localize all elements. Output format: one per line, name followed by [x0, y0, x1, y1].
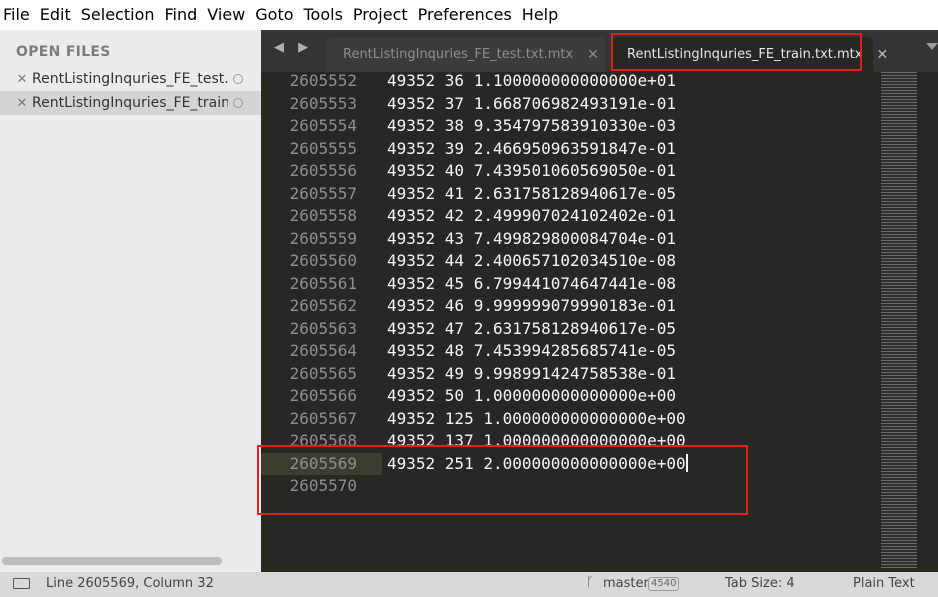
- menu-selection[interactable]: Selection: [78, 0, 162, 30]
- line-text[interactable]: 49352 45 6.799441074647441e-08: [387, 273, 676, 295]
- code-line[interactable]: 2605562 49352 46 9.999999079990183e-01: [261, 295, 881, 317]
- line-text[interactable]: 49352 41 2.631758128940617e-05: [387, 183, 676, 205]
- line-number: 2605554: [289, 116, 357, 135]
- close-icon[interactable]: ✕: [587, 47, 599, 63]
- sidebar-file-test[interactable]: ✕ RentListingInquries_FE_test.txt.mtx: [0, 67, 261, 91]
- line-text[interactable]: 49352 36 1.100000000000000e+01: [387, 72, 676, 92]
- menu-edit[interactable]: Edit: [37, 0, 78, 30]
- code-line[interactable]: 2605559 49352 43 7.499829800084704e-01: [261, 228, 881, 250]
- line-text[interactable]: 49352 39 2.466950963591847e-01: [387, 138, 676, 160]
- scrollbar-thumb[interactable]: [2, 557, 222, 565]
- menu-bar: File Edit Selection Find View Goto Tools…: [0, 0, 938, 30]
- code-line[interactable]: 2605552 49352 36 1.100000000000000e+01: [261, 72, 881, 92]
- line-text[interactable]: 49352 44 2.400657102034510e-08: [387, 250, 676, 272]
- line-text[interactable]: 49352 50 1.000000000000000e+00: [387, 385, 676, 407]
- code-line[interactable]: 2605560 49352 44 2.400657102034510e-08: [261, 250, 881, 272]
- code-line[interactable]: 2605556 49352 40 7.439501060569050e-01: [261, 160, 881, 182]
- code-line[interactable]: 2605558 49352 42 2.499907024102402e-01: [261, 205, 881, 227]
- unsaved-dot-icon: [233, 74, 243, 84]
- status-bar: Line 2605569, Column 32 ᚴ master 4540 Ta…: [0, 572, 938, 597]
- annotation-highlight-tab: [611, 33, 862, 71]
- code-line[interactable]: 2605553 49352 37 1.668706982493191e-01: [261, 93, 881, 115]
- menu-tools[interactable]: Tools: [301, 0, 350, 30]
- tab-test-file[interactable]: RentListingInquries_FE_test.txt.mtx ✕: [327, 37, 605, 72]
- open-files-header: OPEN FILES: [16, 44, 111, 60]
- close-icon[interactable]: ✕: [15, 96, 29, 111]
- line-number: 2605561: [289, 273, 357, 293]
- panel-toggle-icon[interactable]: [13, 578, 30, 589]
- line-number: 2605557: [289, 183, 357, 203]
- line-number: 2605559: [289, 228, 357, 248]
- menu-find[interactable]: Find: [162, 0, 205, 30]
- syntax-selector[interactable]: Plain Text: [853, 576, 915, 591]
- sidebar-file-name: RentListingInquries_FE_train.txt.mtx: [32, 95, 228, 111]
- menu-project[interactable]: Project: [350, 0, 415, 30]
- line-text[interactable]: 49352 42 2.499907024102402e-01: [387, 205, 676, 227]
- menu-preferences[interactable]: Preferences: [415, 0, 519, 30]
- line-text[interactable]: 49352 43 7.499829800084704e-01: [387, 228, 676, 250]
- sidebar: OPEN FILES ✕ RentListingInquries_FE_test…: [0, 30, 261, 572]
- minimap-viewport[interactable]: [881, 72, 917, 568]
- menu-view[interactable]: View: [204, 0, 252, 30]
- tab-size-selector[interactable]: Tab Size: 4: [725, 576, 795, 591]
- code-line[interactable]: 2605561 49352 45 6.799441074647441e-08: [261, 273, 881, 295]
- annotation-highlight-lines: [257, 445, 748, 515]
- git-branch-icon: ᚴ: [586, 575, 594, 590]
- line-number: 2605556: [289, 161, 357, 180]
- menu-goto[interactable]: Goto: [252, 0, 300, 30]
- line-number: 2605567: [289, 408, 357, 428]
- close-icon[interactable]: ✕: [15, 72, 29, 87]
- line-number: 2605553: [289, 93, 357, 113]
- unsaved-dot-icon: [233, 98, 243, 108]
- line-number: 2605566: [289, 386, 357, 405]
- line-text[interactable]: 49352 49 9.998991424758538e-01: [387, 363, 676, 385]
- line-number: 2605558: [289, 206, 357, 225]
- code-line[interactable]: 2605554 49352 38 9.354797583910330e-03: [261, 115, 881, 137]
- code-line[interactable]: 2605565 49352 49 9.998991424758538e-01: [261, 363, 881, 385]
- tab-label: RentListingInquries_FE_test.txt.mtx: [343, 47, 574, 62]
- menu-file[interactable]: File: [0, 0, 37, 30]
- line-number: 2605555: [289, 138, 357, 158]
- code-line[interactable]: 2605557 49352 41 2.631758128940617e-05: [261, 183, 881, 205]
- line-number: 2605564: [289, 341, 357, 360]
- code-line[interactable]: 2605566 49352 50 1.000000000000000e+00: [261, 385, 881, 407]
- line-number: 2605552: [289, 72, 357, 90]
- code-line[interactable]: 2605564 49352 48 7.453994285685741e-05: [261, 340, 881, 362]
- git-changes-badge: 4540: [648, 577, 680, 591]
- line-text[interactable]: 49352 46 9.999999079990183e-01: [387, 295, 676, 317]
- line-text[interactable]: 49352 125 1.000000000000000e+00: [387, 408, 686, 430]
- git-branch-name[interactable]: master: [603, 576, 649, 591]
- sidebar-file-name: RentListingInquries_FE_test.txt.mtx: [32, 71, 228, 87]
- line-text[interactable]: 49352 38 9.354797583910330e-03: [387, 115, 676, 137]
- line-number: 2605560: [289, 251, 357, 270]
- line-number: 2605562: [289, 296, 357, 315]
- line-text[interactable]: 49352 37 1.668706982493191e-01: [387, 93, 676, 115]
- cursor-position: Line 2605569, Column 32: [46, 576, 214, 591]
- line-text[interactable]: 49352 48 7.453994285685741e-05: [387, 340, 676, 362]
- chevron-down-icon[interactable]: [926, 43, 938, 50]
- menu-help[interactable]: Help: [519, 0, 565, 30]
- tab-nav-arrows-icon[interactable]: ◀ ▶: [274, 40, 313, 55]
- code-line[interactable]: 2605555 49352 39 2.466950963591847e-01: [261, 138, 881, 160]
- sidebar-horizontal-scrollbar[interactable]: [0, 557, 261, 565]
- code-line[interactable]: 2605563 49352 47 2.631758128940617e-05: [261, 318, 881, 340]
- line-number: 2605563: [289, 318, 357, 338]
- line-text[interactable]: 49352 47 2.631758128940617e-05: [387, 318, 676, 340]
- line-number: 2605565: [289, 363, 357, 383]
- close-icon[interactable]: ✕: [876, 47, 888, 63]
- line-text[interactable]: 49352 40 7.439501060569050e-01: [387, 160, 676, 182]
- code-line[interactable]: 2605567 49352 125 1.000000000000000e+00: [261, 408, 881, 430]
- sidebar-file-train[interactable]: ✕ RentListingInquries_FE_train.txt.mtx: [0, 91, 261, 115]
